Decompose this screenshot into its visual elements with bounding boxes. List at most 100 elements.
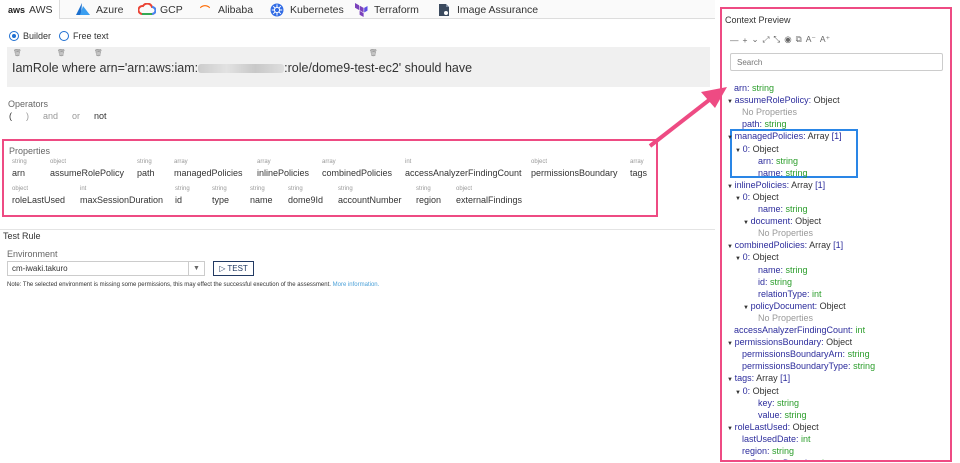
property-arn[interactable]: arn xyxy=(12,168,25,178)
property-accessanalyzerfindingcount[interactable]: accessAnalyzerFindingCount xyxy=(405,168,522,178)
property-type-field[interactable]: type xyxy=(212,195,229,205)
operator-open-paren[interactable]: ( xyxy=(9,111,12,121)
tree-node[interactable]: No Properties xyxy=(742,107,797,118)
caret-down-icon[interactable]: ▼ xyxy=(735,148,743,154)
copy-icon[interactable]: ⧉ xyxy=(796,34,802,45)
tree-node[interactable]: value: string xyxy=(758,410,807,421)
property-rolelastused[interactable]: roleLastUsed xyxy=(12,195,65,205)
tab-terraform[interactable]: Terraform xyxy=(352,0,419,19)
tree-value: No Properties xyxy=(758,312,814,323)
caret-down-icon[interactable]: ▼ xyxy=(727,341,735,347)
tree-node[interactable]: permissionsBoundaryArn: string xyxy=(742,349,870,360)
trash-icon[interactable]: 🗑 xyxy=(369,49,378,57)
caret-down-icon[interactable]: ▼ xyxy=(735,256,743,262)
expand-all-icon[interactable]: ⤢ xyxy=(763,34,770,45)
tree-node[interactable]: path: string xyxy=(742,119,787,130)
tree-node[interactable]: region: string xyxy=(742,446,794,457)
operator-close-paren[interactable]: ) xyxy=(26,111,29,121)
caret-down-icon[interactable]: ▼ xyxy=(743,220,751,226)
tree-node[interactable]: ▼ 0: Object xyxy=(735,192,779,205)
rule-editor[interactable]: 🗑 🗑 🗑 🗑 IamRole where arn='arn:aws:iam::… xyxy=(7,47,710,87)
property-dome9id[interactable]: dome9Id xyxy=(288,195,323,205)
tree-node[interactable]: accessAnalyzerFindingCount: int xyxy=(734,325,865,336)
search-input[interactable] xyxy=(730,53,943,71)
eye-icon[interactable]: ◉ xyxy=(784,34,791,45)
tree-node[interactable]: arn: string xyxy=(734,83,774,94)
tree-node[interactable]: id: string xyxy=(758,277,792,288)
trash-icon[interactable]: 🗑 xyxy=(57,49,66,57)
property-externalfindings[interactable]: externalFindings xyxy=(456,195,522,205)
tree-node[interactable]: ▼ 0: Object xyxy=(735,252,779,265)
caret-down-icon[interactable]: ▼ xyxy=(735,196,743,202)
property-id[interactable]: id xyxy=(175,195,182,205)
collapse-icon[interactable]: — xyxy=(730,35,739,45)
tab-aws[interactable]: aws AWS xyxy=(0,0,60,19)
tree-node[interactable]: ▼ roleLastUsed: Object xyxy=(727,422,819,435)
trash-icon[interactable]: 🗑 xyxy=(13,49,22,57)
property-inlinepolicies[interactable]: inlinePolicies xyxy=(257,168,309,178)
property-maxsessionduration[interactable]: maxSessionDuration xyxy=(80,195,163,205)
operator-or[interactable]: or xyxy=(72,111,80,121)
property-combinedpolicies[interactable]: combinedPolicies xyxy=(322,168,392,178)
builder-radio[interactable]: Builder xyxy=(9,31,51,41)
font-increase-icon[interactable]: A⁺ xyxy=(820,34,830,45)
tree-node[interactable]: ▼ document: Object xyxy=(743,216,821,229)
tree-node[interactable]: ▼ inlinePolicies: Array [1] xyxy=(727,180,825,193)
caret-down-icon[interactable]: ▼ xyxy=(727,99,735,105)
tree-node[interactable]: ▼ permissionsBoundary: Object xyxy=(727,337,852,350)
tree-node[interactable]: maxSessionDuration: int xyxy=(734,458,832,460)
more-information-link[interactable]: More information. xyxy=(333,282,380,288)
property-permissionsboundary[interactable]: permissionsBoundary xyxy=(531,168,618,178)
chevron-down-icon[interactable]: ⌄ xyxy=(751,34,758,45)
tree-node[interactable]: ▼ policyDocument: Object xyxy=(743,301,846,314)
tree-node[interactable]: permissionsBoundaryType: string xyxy=(742,361,875,372)
tab-alibaba[interactable]: ⌒ Alibaba xyxy=(196,0,253,19)
tree-value: Object xyxy=(795,216,822,227)
tree-node[interactable]: ▼ 0: Object xyxy=(735,386,779,399)
tree-node[interactable]: ▼ assumeRolePolicy: Object xyxy=(727,95,840,108)
tab-gcp[interactable]: GCP xyxy=(138,0,183,19)
caret-down-icon[interactable]: ▼ xyxy=(743,305,751,311)
tree-node[interactable]: name: string xyxy=(758,265,808,276)
tab-image-assurance[interactable]: Image Assurance xyxy=(435,0,538,19)
operator-and[interactable]: and xyxy=(43,111,58,121)
trash-icon[interactable]: 🗑 xyxy=(94,49,103,57)
tree-node[interactable]: ▼ combinedPolicies: Array [1] xyxy=(727,240,843,253)
tree-node[interactable]: key: string xyxy=(758,398,799,409)
tree-key: 0: xyxy=(742,191,753,202)
property-path[interactable]: path xyxy=(137,168,155,178)
caret-down-icon[interactable]: ▼ xyxy=(727,244,735,250)
tree-node[interactable]: arn: string xyxy=(758,156,798,167)
property-tags[interactable]: tags xyxy=(630,168,647,178)
caret-down-icon[interactable]: ▼ xyxy=(727,377,735,383)
caret-down-icon[interactable]: ▼ xyxy=(727,135,735,141)
operator-not[interactable]: not xyxy=(94,111,107,121)
tree-node[interactable]: No Properties xyxy=(758,228,813,239)
environment-select[interactable]: cm-iwaki.takuro ▼ xyxy=(7,261,205,276)
caret-down-icon[interactable]: ▼ xyxy=(727,426,735,432)
property-name[interactable]: name xyxy=(250,195,273,205)
tree-node[interactable]: ▼ managedPolicies: Array [1] xyxy=(727,131,842,144)
tree-node[interactable]: lastUsedDate: int xyxy=(742,434,811,445)
tree-node[interactable]: relationType: int xyxy=(758,289,822,300)
test-button[interactable]: ▷ TEST xyxy=(213,261,254,276)
tree-value: string xyxy=(777,397,800,408)
tree-node[interactable]: name: string xyxy=(758,168,808,179)
property-assumerolepolicy[interactable]: assumeRolePolicy xyxy=(50,168,124,178)
tree-node[interactable]: No Properties xyxy=(758,313,813,324)
property-accountnumber[interactable]: accountNumber xyxy=(338,195,402,205)
property-managedpolicies[interactable]: managedPolicies xyxy=(174,168,243,178)
tree-node[interactable]: name: string xyxy=(758,204,808,215)
caret-down-icon[interactable]: ▼ xyxy=(727,184,735,190)
tree-node[interactable]: ▼ tags: Array [1] xyxy=(727,373,790,386)
caret-down-icon[interactable]: ▼ xyxy=(735,390,743,396)
tab-kubernetes[interactable]: Kubernetes xyxy=(268,0,344,19)
chevron-down-icon[interactable]: ▼ xyxy=(188,262,204,275)
expand-icon[interactable]: + xyxy=(743,35,748,45)
property-region[interactable]: region xyxy=(416,195,441,205)
tab-azure[interactable]: Azure xyxy=(74,0,123,19)
tree-node[interactable]: ▼ 0: Object xyxy=(735,144,779,157)
font-decrease-icon[interactable]: A⁻ xyxy=(806,34,816,45)
collapse-all-icon[interactable]: ⤡ xyxy=(773,34,780,45)
freetext-radio[interactable]: Free text xyxy=(59,31,109,41)
